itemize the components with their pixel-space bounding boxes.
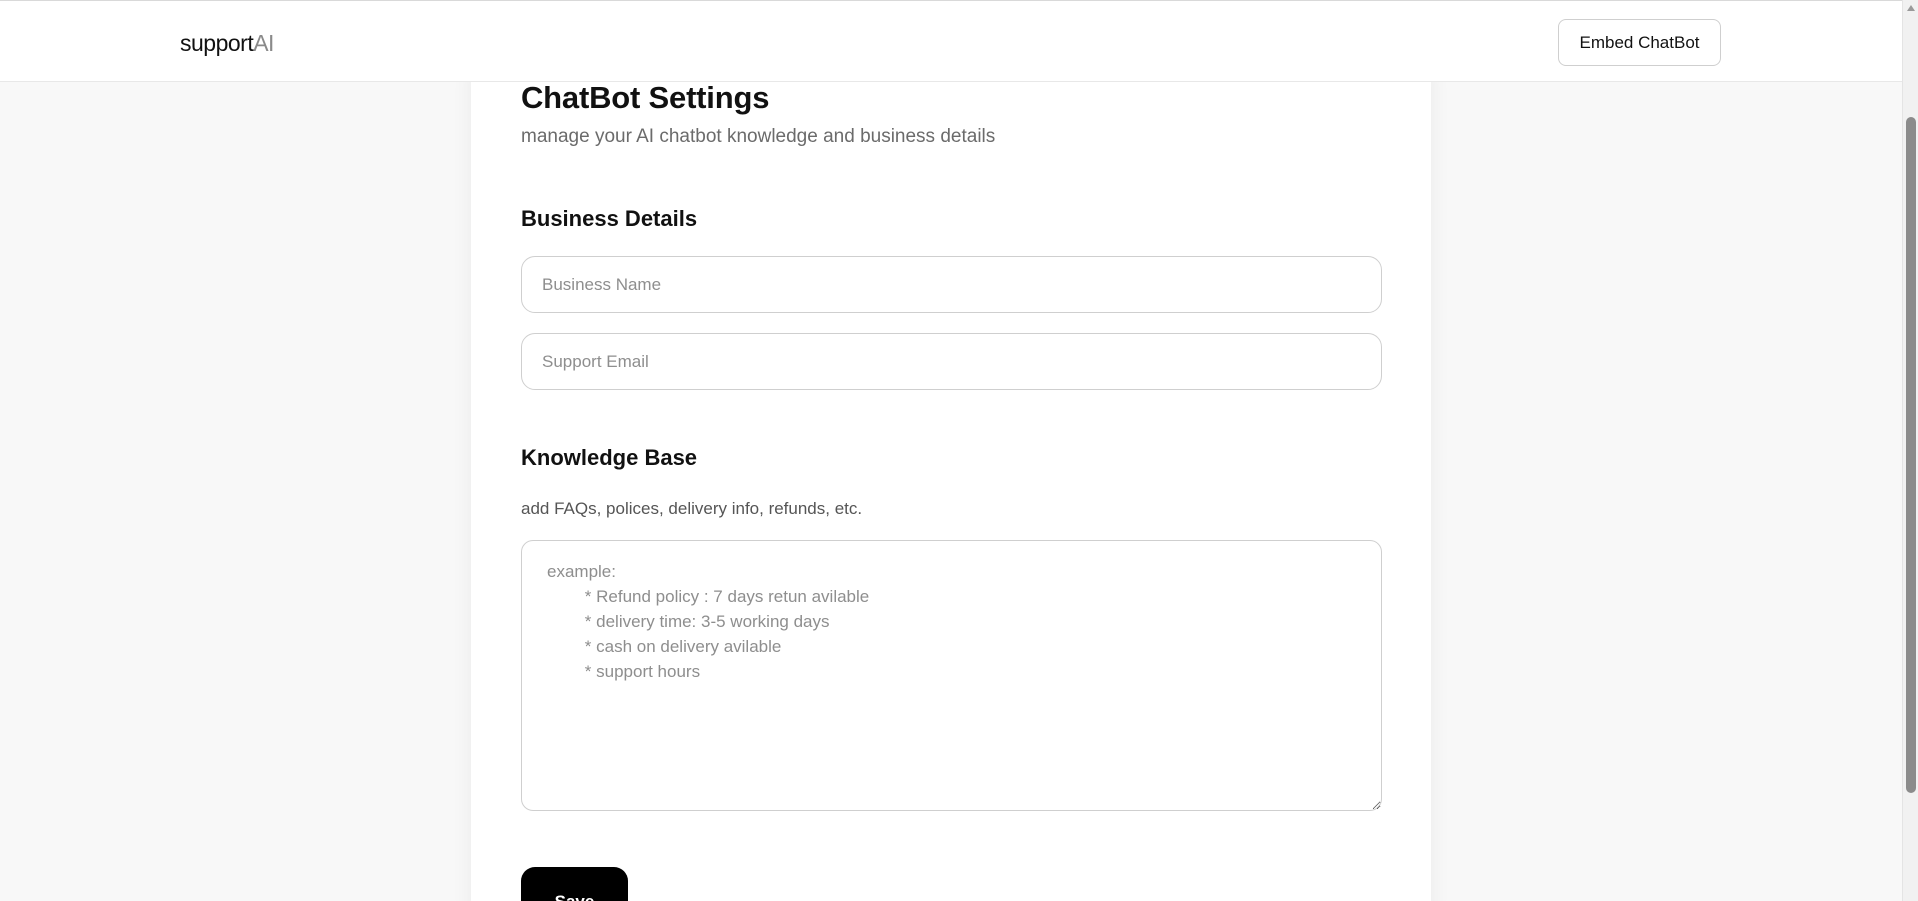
brand-name-accent: AI [253,30,274,56]
page-subtitle: manage your AI chatbot knowledge and bus… [521,126,996,147]
embed-chatbot-button[interactable]: Embed ChatBot [1558,19,1721,66]
scrollbar-thumb[interactable] [1906,117,1916,793]
knowledge-base-textarea[interactable] [521,540,1382,811]
page-title: ChatBot Settings [521,80,770,115]
knowledge-base-heading: Knowledge Base [521,445,698,470]
page: supportAI Embed ChatBot ChatBot Settings… [0,0,1918,901]
chevron-up-icon[interactable] [1907,5,1915,11]
knowledge-base-helper-text: add FAQs, polices, delivery info, refund… [521,499,863,518]
brand-name: support [180,30,254,56]
brand-logo[interactable]: supportAI [180,28,274,58]
save-button[interactable]: Save [521,867,628,901]
business-details-heading: Business Details [521,206,698,231]
business-name-input[interactable] [521,256,1382,313]
support-email-input[interactable] [521,333,1382,390]
top-navbar: supportAI Embed ChatBot [0,0,1902,82]
vertical-scrollbar[interactable] [1902,0,1918,901]
